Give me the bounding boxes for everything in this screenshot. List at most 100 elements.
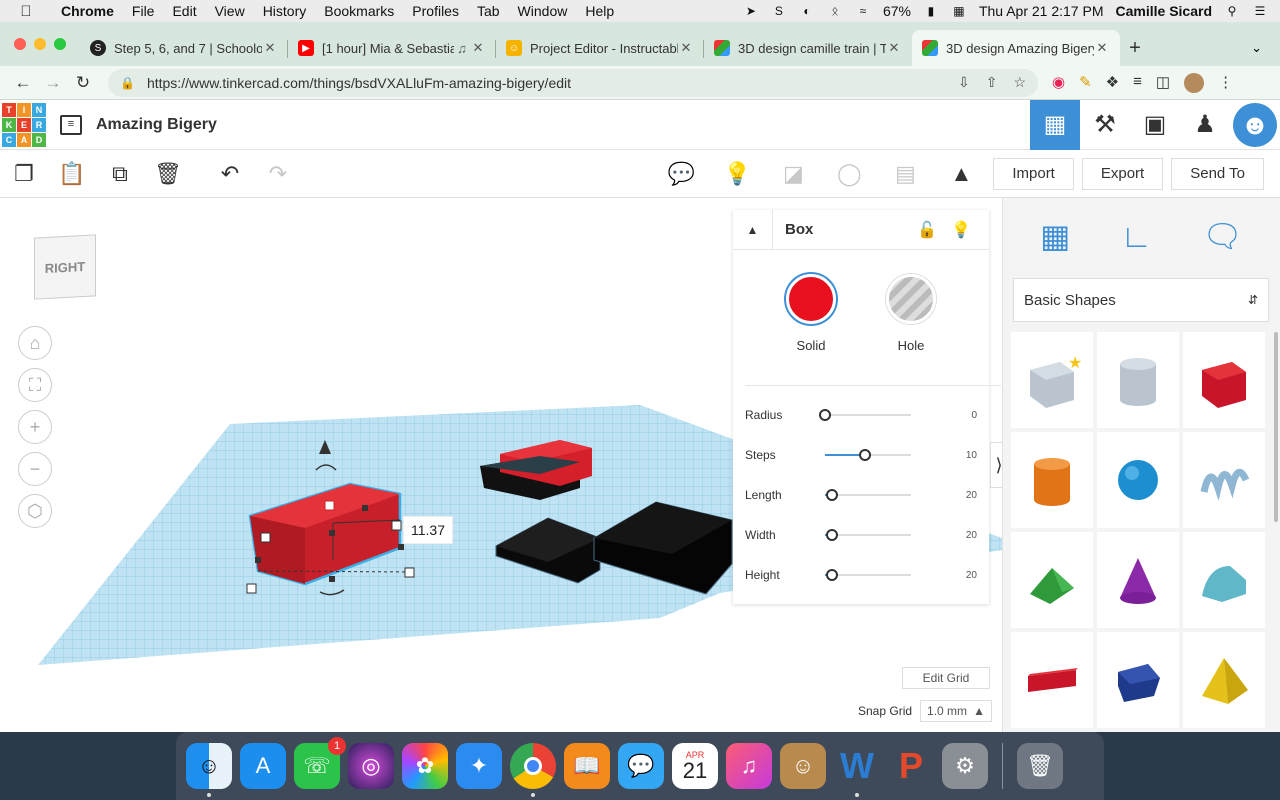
close-tab-icon[interactable]: ✕ xyxy=(1094,40,1110,56)
close-tab-icon[interactable]: ✕ xyxy=(886,40,902,56)
shape-roof[interactable] xyxy=(1011,532,1093,628)
menu-tab[interactable]: Tab xyxy=(468,3,509,19)
apple-icon[interactable]:  xyxy=(0,3,52,20)
rocket-icon[interactable]: ➤ xyxy=(743,4,759,18)
shape-name[interactable]: Box xyxy=(785,221,813,238)
copy-icon[interactable]: ❐ xyxy=(0,150,48,198)
minimize-window-button[interactable] xyxy=(34,38,46,50)
close-tab-icon[interactable]: ✕ xyxy=(262,40,278,56)
height-slider[interactable] xyxy=(825,569,911,581)
menu-help[interactable]: Help xyxy=(576,3,623,19)
home-view-icon[interactable]: ⌂ xyxy=(18,326,52,360)
mirror-icon[interactable]: ▲ xyxy=(937,150,985,198)
solid-option[interactable]: Solid xyxy=(786,274,836,353)
browser-tab[interactable]: ▶ [1 hour] Mia & Sebastian ♫ ✕ xyxy=(288,30,496,66)
tab-search-icon[interactable]: ⌄ xyxy=(1251,40,1280,66)
audio-playing-icon[interactable]: ♫ xyxy=(454,41,470,56)
books-icon[interactable]: 📖 xyxy=(564,743,610,789)
powerpoint-icon[interactable]: P xyxy=(888,743,934,789)
word-icon[interactable]: W xyxy=(834,743,880,797)
fit-view-icon[interactable]: ⛶ xyxy=(18,368,52,402)
shape-category-select[interactable]: Basic Shapes ⇵ xyxy=(1013,278,1269,322)
clock[interactable]: Thu Apr 21 2:17 PM xyxy=(979,3,1104,19)
bookmark-star-icon[interactable]: ☆ xyxy=(1013,74,1026,91)
workplane-icon[interactable]: ▦ xyxy=(1040,217,1070,255)
control-center-icon[interactable]: ☰ xyxy=(1252,4,1268,18)
keyboard-icon[interactable]: ▦ xyxy=(951,4,967,18)
shape-box-hole[interactable]: ★ xyxy=(1011,332,1093,428)
menu-view[interactable]: View xyxy=(206,3,254,19)
perspective-icon[interactable]: ⬡ xyxy=(18,494,52,528)
menu-edit[interactable]: Edit xyxy=(163,3,205,19)
messages-icon[interactable]: 💬 xyxy=(618,743,664,789)
invite-user-icon[interactable]: ♟ xyxy=(1180,100,1230,150)
shazam-icon[interactable]: S xyxy=(771,4,787,18)
url-field[interactable]: 🔒 https://www.tinkercad.com/things/bsdVX… xyxy=(108,68,1038,97)
shape-scribble[interactable] xyxy=(1183,432,1265,528)
radius-slider[interactable] xyxy=(819,409,911,421)
dimension-input[interactable]: 11.37 xyxy=(403,516,453,544)
close-tab-icon[interactable]: ✕ xyxy=(678,40,694,56)
reload-icon[interactable]: ↻ xyxy=(68,73,98,93)
hole-swatch[interactable] xyxy=(886,274,936,324)
design-name[interactable]: Amazing Bigery xyxy=(96,116,217,134)
shape-text[interactable] xyxy=(1011,632,1093,728)
delete-icon[interactable]: 🗑 xyxy=(144,150,192,198)
spotlight-search-icon[interactable]: ⚲ xyxy=(1224,4,1240,18)
extension-icon[interactable]: ◉ xyxy=(1052,73,1065,93)
music-icon[interactable]: ♫ xyxy=(726,743,772,789)
forward-icon[interactable]: → xyxy=(38,73,68,93)
notes-panel-icon[interactable]: 🗨 xyxy=(1202,217,1243,255)
menu-file[interactable]: File xyxy=(123,3,164,19)
prop-value[interactable]: 0 xyxy=(953,410,977,421)
view-cube-face[interactable]: RIGHT xyxy=(34,234,96,300)
notes-app-icon[interactable]: ☺ xyxy=(780,743,826,789)
install-app-icon[interactable]: ⇩ xyxy=(958,74,970,91)
browser-tab[interactable]: S Step 5, 6, and 7 | Schoology ✕ xyxy=(80,30,288,66)
ruler-icon[interactable]: ∟ xyxy=(1121,218,1152,255)
battery-icon[interactable]: ▮ xyxy=(923,4,939,18)
menu-bookmarks[interactable]: Bookmarks xyxy=(315,3,403,19)
photos-icon[interactable]: ✿ xyxy=(402,743,448,789)
paste-icon[interactable]: 📋 xyxy=(48,150,96,198)
profile-avatar[interactable] xyxy=(1184,72,1205,93)
chrome-icon[interactable] xyxy=(510,743,556,797)
side-panel-icon[interactable]: ◫ xyxy=(1156,73,1170,93)
shape-cone[interactable] xyxy=(1097,532,1179,628)
facetime-icon[interactable]: ☏ 1 xyxy=(294,737,346,789)
media-queue-icon[interactable]: ≡ xyxy=(1133,73,1142,93)
width-slider[interactable] xyxy=(825,529,911,541)
import-button[interactable]: Import xyxy=(993,157,1074,190)
shape-cylinder-hole[interactable] xyxy=(1097,332,1179,428)
chrome-menu-icon[interactable]: ⋮ xyxy=(1218,73,1233,93)
steps-slider[interactable] xyxy=(825,449,911,461)
duplicate-icon[interactable]: ⧉ xyxy=(96,150,144,198)
prop-value[interactable]: 20 xyxy=(953,490,977,501)
user-avatar-icon[interactable]: ☻ xyxy=(1230,100,1280,150)
redo-icon[interactable]: ↷ xyxy=(254,150,302,198)
tinkercad-logo[interactable]: T I N K E R C A D xyxy=(2,102,46,147)
siri-icon[interactable]: ◎ xyxy=(348,743,394,789)
align-icon[interactable]: ▤ xyxy=(881,150,929,198)
browser-tab[interactable]: ☺ Project Editor - Instructables ✕ xyxy=(496,30,704,66)
export-button[interactable]: Export xyxy=(1081,157,1164,190)
zoom-in-icon[interactable]: + xyxy=(18,410,52,444)
sync-icon[interactable]: ◐ xyxy=(799,4,815,18)
app-store-icon[interactable]: A xyxy=(240,743,286,789)
menu-window[interactable]: Window xyxy=(509,3,577,19)
shape-cylinder[interactable] xyxy=(1011,432,1093,528)
puzzle-extensions-icon[interactable]: ❖ xyxy=(1106,73,1119,93)
shape-sphere[interactable] xyxy=(1097,432,1179,528)
library-scrollbar[interactable] xyxy=(1274,332,1278,522)
pencil-extension-icon[interactable]: ✎ xyxy=(1079,73,1092,93)
visibility-bulb-icon[interactable]: 💡 xyxy=(951,220,971,240)
system-preferences-icon[interactable]: ⚙ xyxy=(942,743,988,789)
safari-icon[interactable]: ✦ xyxy=(456,743,502,789)
undo-icon[interactable]: ↶ xyxy=(206,150,254,198)
collapse-inspector-icon[interactable]: ▲ xyxy=(733,209,773,250)
prop-value[interactable]: 20 xyxy=(953,530,977,541)
prop-value[interactable]: 10 xyxy=(953,450,977,461)
new-tab-button[interactable]: + xyxy=(1120,37,1150,66)
menu-profiles[interactable]: Profiles xyxy=(403,3,468,19)
ungroup-icon[interactable]: ◯ xyxy=(825,150,873,198)
